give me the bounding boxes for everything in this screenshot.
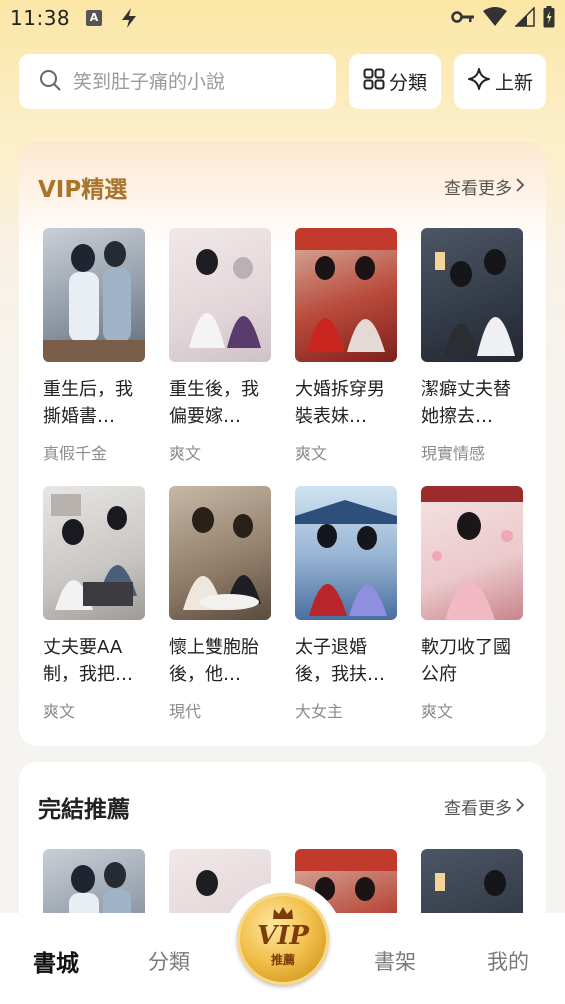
book-card[interactable]: 重生後，我偏要嫁… 爽文 <box>169 228 271 464</box>
book-cover[interactable] <box>295 228 397 362</box>
vip-more-label: 查看更多 <box>444 179 512 199</box>
status-time: 11:38 <box>10 6 71 30</box>
vip-more-link[interactable]: 查看更多 <box>444 174 525 199</box>
wifi-icon <box>483 7 507 31</box>
category-button-label: 分類 <box>388 72 427 94</box>
battery-icon <box>543 6 555 32</box>
signal-icon <box>514 6 535 31</box>
book-title: 潔癖丈夫替她擦去… <box>421 379 511 427</box>
book-card[interactable]: 懷上雙胞胎後，他… 現代 <box>169 486 271 722</box>
status-bar: 11:38 A <box>0 0 565 40</box>
vip-badge-sublabel: 推薦 <box>270 953 295 967</box>
tab-mine[interactable]: 我的 <box>487 946 529 976</box>
book-title: 太子退婚後，我扶… <box>295 637 385 685</box>
book-title: 丈夫要AA制，我把… <box>43 637 133 685</box>
book-cover[interactable] <box>43 228 145 362</box>
search-box[interactable] <box>19 54 336 109</box>
status-a-icon: A <box>86 10 102 26</box>
vip-section: VIP精選 查看更多 重生后，我撕婚書… 真假千金 重生後，我偏要嫁… 爽文 大… <box>19 142 546 746</box>
sparkle-icon <box>467 67 491 96</box>
book-card[interactable]: 重生后，我撕婚書… 真假千金 <box>43 228 145 464</box>
completed-more-link[interactable]: 查看更多 <box>444 794 525 819</box>
vip-badge-label: VIP <box>257 921 309 951</box>
status-icons <box>451 6 555 32</box>
book-card[interactable]: 丈夫要AA制，我把… 爽文 <box>43 486 145 722</box>
book-title: 軟刀收了國公府 <box>421 637 511 685</box>
book-tag: 爽文 <box>43 702 76 721</box>
book-tag: 現實情感 <box>421 444 486 463</box>
book-card[interactable]: 潔癖丈夫替她擦去… 現實情感 <box>421 228 523 464</box>
search-icon <box>39 69 61 95</box>
book-title: 懷上雙胞胎後，他… <box>169 637 259 685</box>
new-button[interactable]: 上新 <box>454 54 546 109</box>
book-card[interactable]: 太子退婚後，我扶… 大女主 <box>295 486 397 722</box>
book-tag: 真假千金 <box>43 444 108 463</box>
category-button[interactable]: 分類 <box>349 54 441 109</box>
vip-recommend-button[interactable]: VIP 推薦 <box>237 893 329 985</box>
tab-shelf[interactable]: 書架 <box>374 946 416 976</box>
book-cover[interactable] <box>169 486 271 620</box>
book-card[interactable]: 大婚拆穿男裝表妹… 爽文 <box>295 228 397 464</box>
key-icon <box>451 9 475 29</box>
book-title: 重生後，我偏要嫁… <box>169 379 259 427</box>
chevron-right-icon <box>516 797 525 817</box>
book-tag: 爽文 <box>295 444 328 463</box>
completed-more-label: 查看更多 <box>444 799 512 819</box>
vip-section-title: VIP精選 <box>38 177 128 203</box>
tab-bookstore[interactable]: 書城 <box>33 944 79 978</box>
bolt-icon <box>118 6 140 34</box>
completed-section-title: 完結推薦 <box>38 797 130 823</box>
book-cover[interactable] <box>43 486 145 620</box>
book-tag: 爽文 <box>169 444 202 463</box>
tab-category[interactable]: 分類 <box>148 946 190 976</box>
book-cover[interactable] <box>421 228 523 362</box>
book-tag: 大女主 <box>295 702 344 721</box>
grid-icon <box>363 68 385 95</box>
book-title: 大婚拆穿男裝表妹… <box>295 379 385 427</box>
book-cover[interactable] <box>421 486 523 620</box>
book-cover[interactable] <box>295 486 397 620</box>
book-title: 重生后，我撕婚書… <box>43 379 133 427</box>
chevron-right-icon <box>516 177 525 197</box>
search-input[interactable] <box>73 70 313 93</box>
book-tag: 現代 <box>169 702 202 721</box>
new-button-label: 上新 <box>494 72 533 94</box>
book-card[interactable]: 軟刀收了國公府 爽文 <box>421 486 523 722</box>
book-cover[interactable] <box>169 228 271 362</box>
book-tag: 爽文 <box>421 702 454 721</box>
